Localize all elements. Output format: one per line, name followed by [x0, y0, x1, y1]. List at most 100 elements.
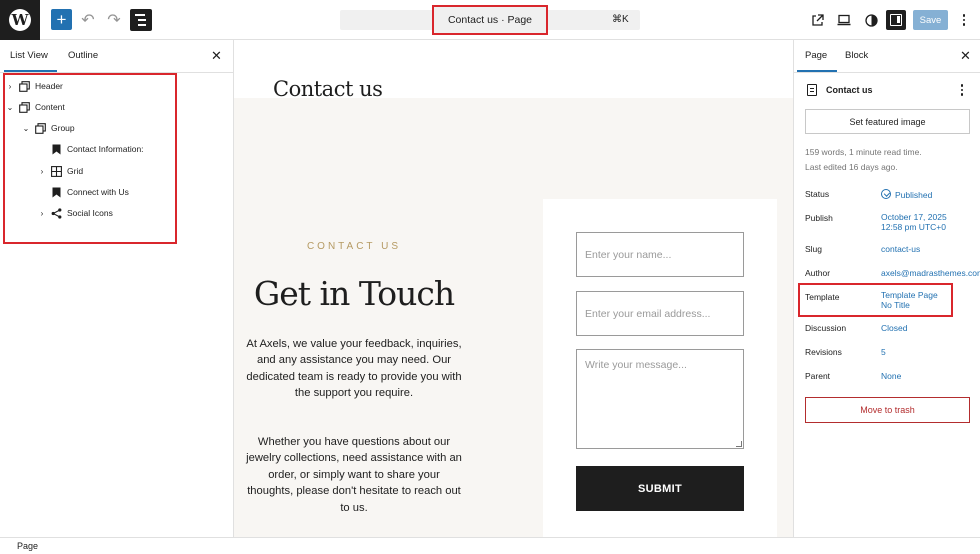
options-menu-button[interactable]	[957, 10, 971, 30]
resize-handle-icon[interactable]	[736, 441, 742, 447]
page-actions-button[interactable]	[956, 82, 968, 98]
published-check-icon	[881, 189, 891, 199]
plus-icon: +	[56, 10, 67, 29]
share-icon	[50, 207, 62, 219]
tab-list-view[interactable]: List View	[10, 50, 48, 61]
list-view-icon	[135, 14, 145, 16]
sidebar-tabs: Page Block ✕	[794, 40, 980, 73]
list-item-label: Content	[35, 102, 65, 112]
close-settings-button[interactable]: ✕	[960, 48, 971, 64]
parent-label: Parent	[805, 371, 831, 381]
wordpress-logo-button[interactable]: W	[0, 0, 40, 40]
chevron-right-icon[interactable]: ›	[5, 82, 15, 91]
add-block-button[interactable]: +	[51, 9, 72, 30]
questions-paragraph[interactable]: Whether you have questions about our jew…	[246, 434, 462, 516]
more-vertical-icon	[962, 14, 966, 17]
grid-icon	[50, 165, 62, 177]
chevron-down-icon[interactable]: ⌄	[5, 103, 15, 112]
undo-button[interactable]: ↶	[78, 10, 98, 30]
command-shortcut: ⌘K	[612, 14, 629, 25]
tab-block[interactable]: Block	[845, 50, 868, 61]
template-part-icon	[18, 80, 30, 92]
last-edited-text: Last edited 16 days ago.	[805, 162, 898, 172]
submit-button[interactable]: SUBMIT	[576, 466, 744, 511]
publish-date-value[interactable]: October 17, 2025 12:58 pm UTC+0	[881, 212, 947, 232]
template-value[interactable]: Template Page No Title	[881, 290, 938, 310]
half-circle-icon	[864, 13, 878, 27]
preview-button[interactable]	[834, 10, 854, 30]
list-item-grid[interactable]: › Grid	[37, 162, 83, 180]
chevron-right-icon[interactable]: ›	[37, 209, 47, 218]
settings-sidebar: Page Block ✕ Contact us Set featured ima…	[793, 40, 980, 537]
group-icon	[34, 122, 46, 134]
list-item-label: Grid	[67, 166, 84, 176]
more-vertical-icon	[960, 84, 964, 87]
discussion-label: Discussion	[805, 323, 847, 333]
document-title[interactable]: Contact us · Page	[432, 5, 548, 35]
sidebar-icon	[890, 14, 902, 26]
undo-icon: ↶	[81, 12, 95, 29]
tab-outline[interactable]: Outline	[68, 50, 98, 61]
message-placeholder: Write your message...	[585, 359, 687, 371]
email-placeholder: Enter your email address...	[585, 307, 711, 320]
chevron-down-icon[interactable]: ⌄	[21, 124, 31, 133]
discussion-value[interactable]: Closed	[881, 323, 907, 333]
list-item-contact-information[interactable]: Contact Information:	[37, 140, 144, 158]
editor-topbar: W + ↶ ↷ Contact us · Page ⌘K Save	[0, 0, 980, 40]
revisions-value[interactable]: 5	[881, 347, 886, 357]
revisions-label: Revisions	[805, 347, 842, 357]
author-value[interactable]: axels@madrasthemes.com	[881, 268, 980, 278]
list-item-social-icons[interactable]: › Social Icons	[37, 204, 113, 222]
contact-eyebrow[interactable]: CONTACT US	[234, 241, 474, 252]
chevron-right-icon[interactable]: ›	[37, 167, 47, 176]
list-item-group[interactable]: ⌄ Group	[21, 119, 75, 137]
tab-page[interactable]: Page	[805, 50, 827, 61]
list-item-label: Connect with Us	[67, 187, 129, 197]
intro-paragraph[interactable]: At Axels, we value your feedback, inquir…	[246, 336, 462, 402]
name-placeholder: Enter your name...	[585, 248, 672, 261]
name-input[interactable]: Enter your name...	[576, 232, 744, 277]
redo-icon: ↷	[107, 12, 121, 29]
bookmark-icon	[50, 186, 62, 198]
list-item-label: Social Icons	[67, 208, 113, 218]
block-breadcrumb-bar: Page	[0, 537, 980, 554]
template-label: Template	[805, 292, 840, 302]
external-link-icon	[811, 13, 824, 26]
wordpress-icon: W	[9, 9, 31, 31]
parent-value[interactable]: None	[881, 371, 901, 381]
email-input[interactable]: Enter your email address...	[576, 291, 744, 336]
word-count-text: 159 words, 1 minute read time.	[805, 147, 922, 157]
set-featured-image-button[interactable]: Set featured image	[805, 109, 970, 134]
active-tab-indicator	[797, 70, 837, 72]
bookmark-icon	[50, 143, 62, 155]
slug-value[interactable]: contact-us	[881, 244, 920, 254]
active-tab-indicator	[4, 70, 57, 72]
document-overview-button[interactable]	[130, 9, 152, 31]
list-item-label: Header	[35, 81, 63, 91]
overview-tabs: List View Outline ✕	[0, 40, 233, 73]
get-in-touch-heading[interactable]: Get in Touch	[234, 274, 474, 313]
contact-form: Enter your name... Enter your email addr…	[543, 199, 777, 537]
editor-canvas: Contact us CONTACT US Get in Touch At Ax…	[234, 40, 793, 537]
close-icon: ✕	[960, 48, 971, 63]
list-item-connect-with-us[interactable]: Connect with Us	[37, 183, 129, 201]
list-item-content[interactable]: ⌄ Content	[5, 98, 65, 116]
close-overview-button[interactable]: ✕	[211, 48, 222, 64]
save-button[interactable]: Save	[913, 10, 948, 30]
breadcrumb[interactable]: Page	[17, 541, 38, 551]
list-item-label: Group	[51, 123, 75, 133]
settings-toggle-button[interactable]	[886, 10, 906, 30]
close-icon: ✕	[211, 48, 222, 63]
author-label: Author	[805, 268, 831, 278]
redo-button[interactable]: ↷	[104, 10, 124, 30]
view-page-button[interactable]	[807, 10, 827, 30]
document-overview-panel: List View Outline ✕ › Header ⌄ Content ⌄…	[0, 40, 234, 537]
status-value[interactable]: Published	[881, 189, 932, 200]
desktop-icon	[837, 14, 851, 26]
list-item-header[interactable]: › Header	[5, 77, 63, 95]
move-to-trash-button[interactable]: Move to trash	[805, 397, 970, 423]
list-item-label: Contact Information:	[67, 144, 144, 154]
sidebar-page-title: Contact us	[826, 85, 873, 95]
message-textarea[interactable]: Write your message...	[576, 349, 744, 449]
styles-button[interactable]	[861, 10, 881, 30]
